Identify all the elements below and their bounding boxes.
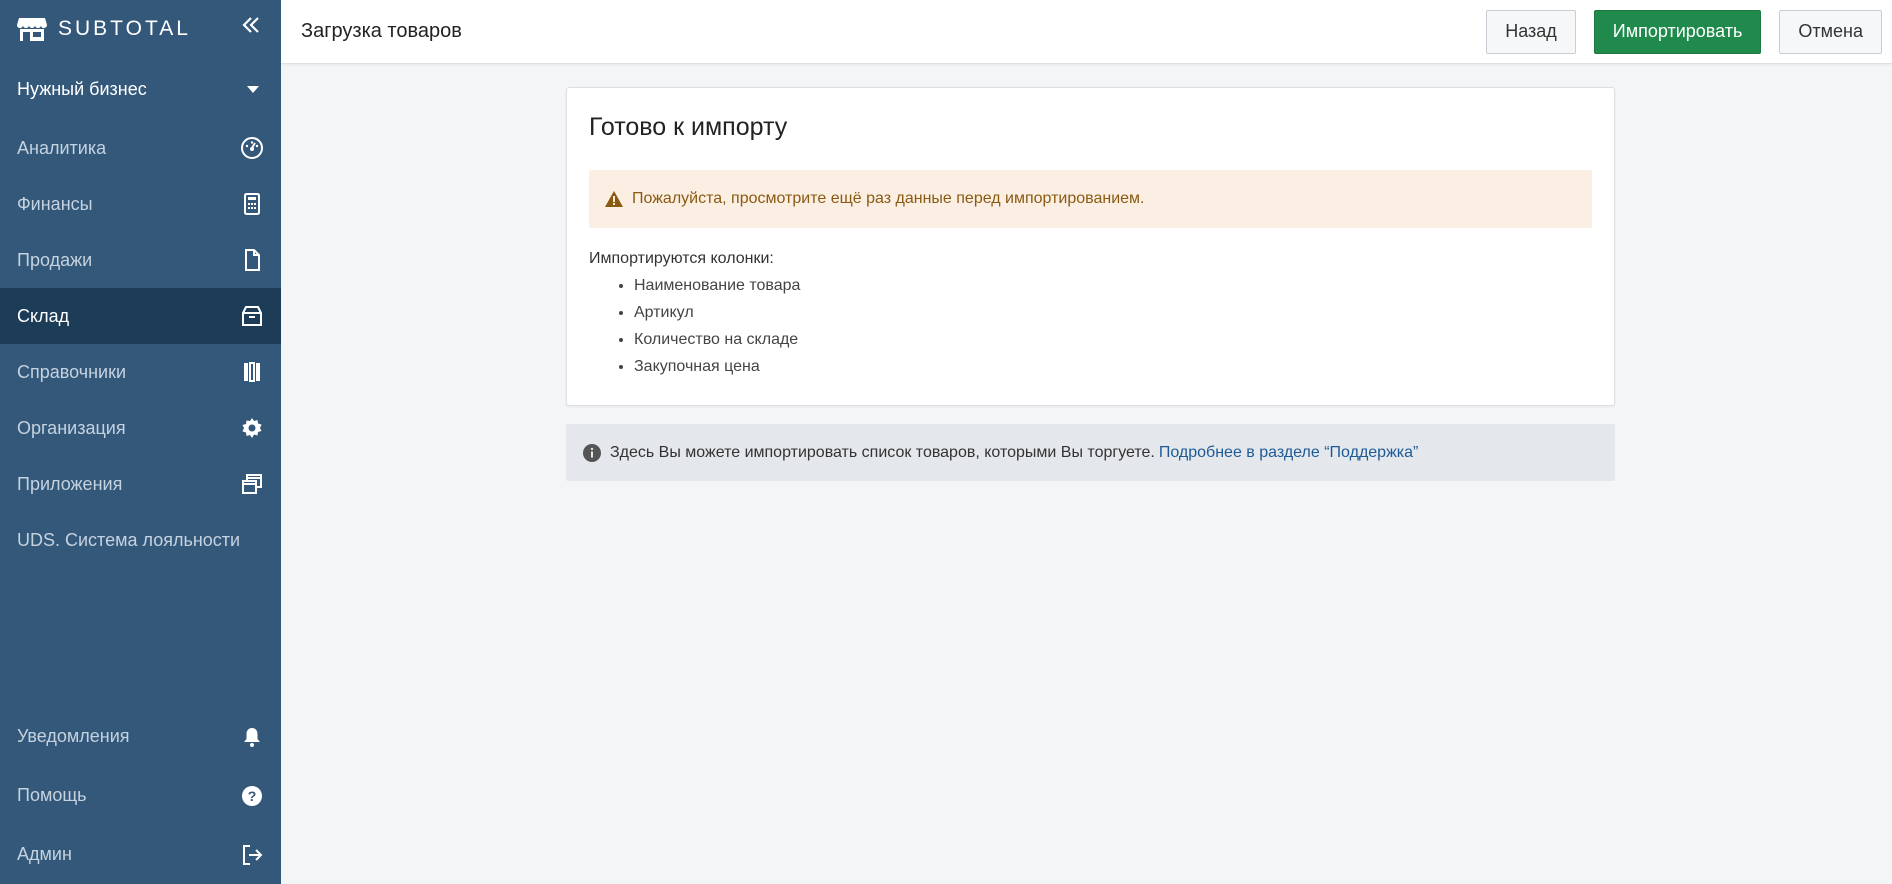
list-item: Наименование товара [634,274,1592,301]
sidebar-item-organization[interactable]: Организация [0,400,281,456]
brand-name: SUBTOTAL [58,17,191,40]
sidebar-item-analytics[interactable]: Аналитика [0,120,281,176]
logout-icon [240,843,264,867]
info-text: Здесь Вы можете импортировать список тов… [610,443,1155,461]
sidebar-item-references[interactable]: Справочники [0,344,281,400]
sidebar-item-admin[interactable]: Админ [0,825,281,884]
sidebar-item-label: Справочники [17,361,127,382]
business-name: Нужный бизнес [17,78,147,99]
sidebar-item-label: UDS. Система лояльности [17,529,241,550]
sidebar-item-notifications[interactable]: Уведомления [0,707,281,766]
sidebar-item-label: Админ [17,844,72,864]
list-item: Артикул [634,301,1592,328]
brand: SUBTOTAL [0,0,281,58]
bell-icon [240,725,264,749]
sidebar-item-label: Помощь [17,785,87,805]
question-icon: ? [240,784,264,808]
list-item: Количество на складе [634,328,1592,355]
box-icon [240,304,264,328]
warning-text: Пожалуйста, просмотрите ещё раз данные п… [632,190,1145,207]
sidebar-item-label: Уведомления [17,726,130,746]
dashboard-gauge-icon [240,136,264,160]
sidebar: SUBTOTAL Нужный бизнес Аналитика Финансы… [0,0,281,884]
windows-icon [240,472,264,496]
sidebar-item-finance[interactable]: Финансы [0,176,281,232]
list-item: Закупочная цена [634,355,1592,382]
sidebar-item-label: Приложения [17,473,123,494]
caret-down-icon [247,86,259,93]
warning-triangle-icon [605,191,623,207]
sidebar-item-label: Аналитика [17,137,107,158]
page-title: Загрузка товаров [301,20,462,42]
info-icon [583,443,601,462]
main: Загрузка товаров Назад Импортировать Отм… [281,0,1892,884]
import-ready-card: Готово к импорту Пожалуйста, просмотрите… [566,87,1615,406]
sidebar-item-uds[interactable]: UDS. Система лояльности [0,512,281,568]
svg-text:?: ? [248,788,257,804]
topbar-actions: Назад Импортировать Отмена [1486,9,1882,54]
sidebar-item-help[interactable]: Помощь ? [0,766,281,825]
cancel-button[interactable]: Отмена [1779,9,1882,54]
sidebar-item-warehouse[interactable]: Склад [0,288,281,344]
sidebar-item-label: Продажи [17,249,93,270]
business-selector[interactable]: Нужный бизнес [0,58,281,120]
columns-label: Импортируются колонки: [589,250,774,267]
document-icon [240,248,264,272]
collapse-sidebar-icon[interactable] [240,14,262,36]
sidebar-item-label: Финансы [17,193,93,214]
support-link[interactable]: Подробнее в разделе “Поддержка” [1159,444,1418,462]
sidebar-item-apps[interactable]: Приложения [0,456,281,512]
info-alert: Здесь Вы можете импортировать список тов… [566,424,1615,481]
calculator-icon [240,192,264,216]
store-logo-icon [17,18,47,41]
sidebar-item-label: Склад [17,305,70,326]
import-button[interactable]: Импортировать [1593,9,1762,54]
columns-list: Наименование товара Артикул Количество н… [589,274,1592,382]
back-button[interactable]: Назад [1486,9,1576,54]
topbar: Загрузка товаров Назад Импортировать Отм… [281,0,1892,64]
content: Готово к импорту Пожалуйста, просмотрите… [281,64,1892,884]
sidebar-item-sales[interactable]: Продажи [0,232,281,288]
warning-alert: Пожалуйста, просмотрите ещё раз данные п… [589,170,1592,228]
books-icon [240,360,264,384]
gear-icon [240,416,264,440]
card-title: Готово к импорту [589,113,788,141]
app: SUBTOTAL Нужный бизнес Аналитика Финансы… [0,0,1892,884]
sidebar-item-label: Организация [17,417,126,438]
